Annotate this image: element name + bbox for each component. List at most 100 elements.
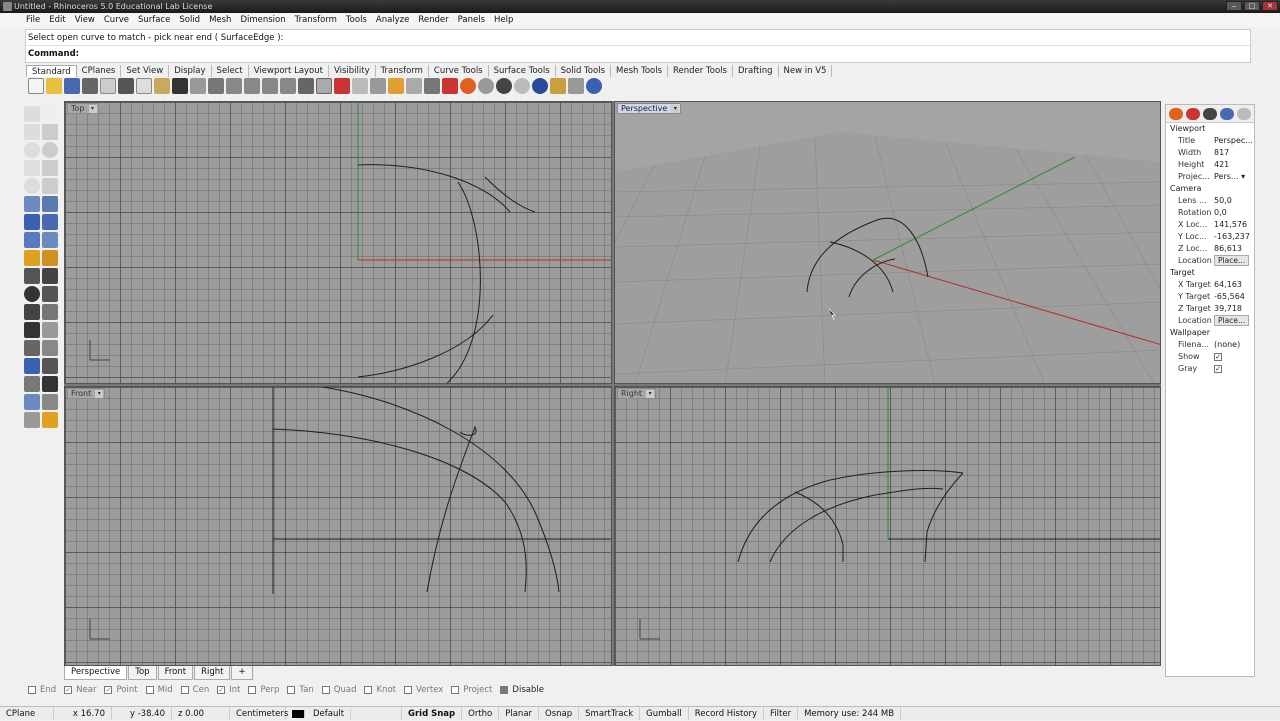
chevron-down-icon[interactable]: ▾ [1241, 172, 1245, 181]
grid-icon[interactable] [370, 78, 386, 94]
block-icon[interactable] [24, 358, 40, 374]
layer-icon[interactable] [442, 78, 458, 94]
prop-z-location-field[interactable]: 86,613 [1212, 243, 1254, 255]
tab-solid-tools[interactable]: Solid Tools [556, 65, 611, 77]
scale-icon[interactable] [42, 322, 58, 338]
tab-cplanes[interactable]: CPlanes [77, 65, 122, 77]
osnap-vertex[interactable]: Vertex [403, 684, 443, 696]
tab-render-tools[interactable]: Render Tools [668, 65, 733, 77]
curve[interactable] [357, 164, 511, 213]
layers-tab-icon[interactable] [1186, 108, 1200, 120]
add-viewport-tab-button[interactable]: + [231, 666, 253, 680]
tab-surface-tools[interactable]: Surface Tools [489, 65, 556, 77]
paste-icon[interactable] [154, 78, 170, 94]
settings-tab-icon[interactable] [1237, 108, 1251, 120]
zoom-icon[interactable] [226, 78, 242, 94]
import-icon[interactable] [100, 78, 116, 94]
osnap-perp[interactable]: Perp [248, 684, 279, 696]
osnap-project[interactable]: Project [451, 684, 492, 696]
join-icon[interactable] [42, 304, 58, 320]
properties-tab-icon[interactable] [1169, 108, 1183, 120]
layer-indicator[interactable]: Default [286, 707, 402, 720]
ortho-toggle[interactable]: Ortho [462, 707, 500, 720]
point-icon[interactable] [388, 78, 404, 94]
menu-file[interactable]: File [26, 14, 40, 27]
osnap-vertex-checkbox[interactable] [403, 686, 412, 694]
box-icon[interactable] [24, 214, 40, 230]
rendered-sphere-icon[interactable] [514, 78, 530, 94]
menu-tools[interactable]: Tools [346, 14, 367, 27]
viewport-title-right[interactable]: Right ▾ [617, 388, 657, 399]
viewport-menu-icon[interactable]: ▾ [646, 390, 655, 398]
polygon-icon[interactable] [24, 160, 40, 176]
lock-icon[interactable] [424, 78, 440, 94]
help-icon[interactable] [586, 78, 602, 94]
osnap-end-checkbox[interactable] [28, 686, 36, 694]
menu-edit[interactable]: Edit [49, 14, 65, 27]
viewport-menu-icon[interactable]: ▾ [671, 105, 680, 113]
tab-top[interactable]: Top [128, 666, 157, 680]
extrude-icon[interactable] [24, 232, 40, 248]
menu-panels[interactable]: Panels [458, 14, 485, 27]
menu-dimension[interactable]: Dimension [240, 14, 285, 27]
curve[interactable] [426, 425, 477, 593]
polyline-icon[interactable] [24, 124, 40, 140]
explode-icon[interactable] [24, 250, 40, 266]
viewport-title-front[interactable]: Front ▾ [67, 388, 106, 399]
osnap-point[interactable]: ✓ Point [104, 684, 138, 696]
osnap-point-checkbox[interactable]: ✓ [104, 686, 113, 694]
ellipse-icon[interactable] [24, 178, 40, 194]
smarttrack-toggle[interactable]: SmartTrack [579, 707, 641, 720]
tab-new-in-v5[interactable]: New in V5 [779, 65, 833, 77]
open-file-icon[interactable] [46, 78, 62, 94]
move-icon[interactable] [24, 268, 40, 284]
zoom-window-icon[interactable] [244, 78, 260, 94]
prop-z-target-field[interactable]: 39,718 [1212, 303, 1254, 315]
select-arrow-icon[interactable] [24, 106, 40, 122]
dimension-icon[interactable] [42, 268, 58, 284]
tab-drafting[interactable]: Drafting [733, 65, 779, 77]
osnap-end[interactable]: End [28, 684, 56, 696]
grid-snap-toggle[interactable]: Grid Snap [402, 707, 463, 720]
check-icon[interactable] [42, 376, 58, 392]
wireframe-sphere-icon[interactable] [478, 78, 494, 94]
tab-perspective[interactable]: Perspective [64, 666, 128, 680]
options-icon[interactable] [568, 78, 584, 94]
command-input[interactable]: Command: [26, 46, 1250, 62]
tab-visibility[interactable]: Visibility [329, 65, 376, 77]
curve[interactable] [322, 387, 560, 593]
lights-icon[interactable] [42, 412, 58, 428]
osnap-near[interactable]: ✓ Near [64, 684, 96, 696]
prop-title-field[interactable]: Perspec... [1212, 135, 1254, 147]
analysis-icon[interactable] [24, 394, 40, 410]
camera-place-button[interactable]: Place... [1214, 255, 1250, 266]
mesh-icon[interactable] [42, 232, 58, 248]
curve[interactable] [445, 181, 481, 384]
prop-y-target-field[interactable]: -65,564 [1212, 291, 1254, 303]
prop-projection-select[interactable]: Pers... ▾ [1212, 171, 1254, 183]
osnap-cen[interactable]: Cen [180, 684, 209, 696]
menu-solid[interactable]: Solid [179, 14, 200, 27]
show-wallpaper-checkbox[interactable]: ✓ [1214, 353, 1222, 361]
select-icon[interactable] [352, 78, 368, 94]
osnap-mid[interactable]: Mid [145, 684, 173, 696]
menu-mesh[interactable]: Mesh [209, 14, 231, 27]
drafting-icon[interactable] [24, 412, 40, 428]
viewport-menu-icon[interactable]: ▾ [95, 390, 104, 398]
units-indicator[interactable]: Centimeters [230, 707, 288, 720]
menu-transform[interactable]: Transform [295, 14, 337, 27]
array-icon[interactable] [24, 340, 40, 356]
osnap-cen-checkbox[interactable] [180, 686, 189, 694]
group-icon[interactable] [42, 358, 58, 374]
new-file-icon[interactable] [28, 78, 44, 94]
tab-set-view[interactable]: Set View [121, 65, 170, 77]
menu-analyze[interactable]: Analyze [376, 14, 410, 27]
osnap-disable[interactable]: Disable [500, 684, 544, 696]
viewport-perspective[interactable]: Perspective ▾ [614, 101, 1161, 384]
curve[interactable] [737, 470, 964, 563]
curve[interactable] [484, 176, 536, 213]
print-icon[interactable] [82, 78, 98, 94]
viewport-right[interactable]: Right ▾ [614, 386, 1161, 666]
maximize-button[interactable]: □ [1244, 1, 1260, 11]
osnap-perp-checkbox[interactable] [248, 686, 257, 694]
